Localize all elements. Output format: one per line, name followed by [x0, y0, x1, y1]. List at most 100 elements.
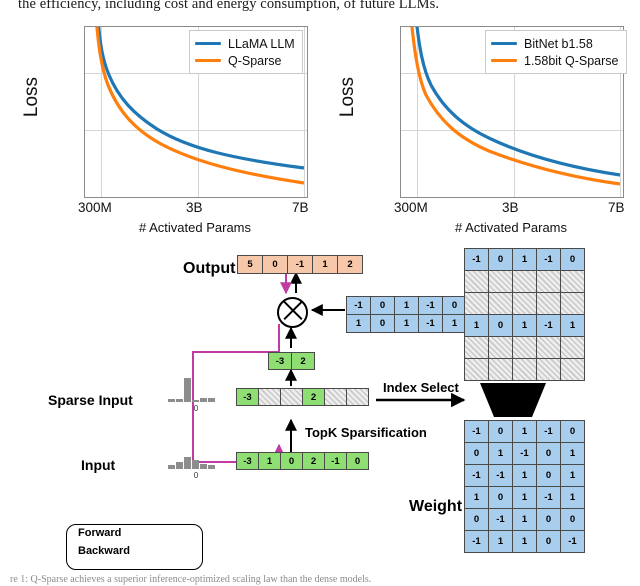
- cell: 5: [238, 256, 262, 273]
- matrix-cell: 1: [561, 465, 584, 486]
- sparse-input-row: -300200: [236, 388, 369, 406]
- matrix-cell: 0: [465, 509, 488, 530]
- matrix-cell: 0: [561, 249, 584, 270]
- matrix-cell: 1: [489, 531, 512, 552]
- matrix-cell: 1: [465, 315, 488, 336]
- legend-item: BitNet b1.58: [491, 35, 619, 52]
- matrix-cell: -1: [537, 421, 560, 442]
- matrix-cell: -1: [537, 315, 560, 336]
- cell: 0: [347, 453, 368, 469]
- cell: -1: [325, 453, 346, 469]
- chart-left-xtick: 300M: [78, 200, 112, 215]
- weight-matrix: -1 0 1 -1 0 0 1 -1 0 1 -1 -1 1 0 1 1 0 1 -1 1 0 -1 1 0 0 -1 1 1 0 -1: [464, 420, 585, 553]
- chart-left-xtick: 3B: [186, 200, 203, 215]
- matrix-cell: 0: [489, 249, 512, 270]
- topk-sparsification-label: TopK Sparsification: [305, 425, 427, 440]
- legend-label: Q-Sparse: [228, 53, 282, 68]
- legend-item: LLaMA LLM: [195, 35, 295, 52]
- matrix-cell: 1: [395, 297, 418, 314]
- chart-right-xtick: 7B: [608, 200, 625, 215]
- sparse-input-zero-tick: 0: [193, 404, 199, 413]
- matrix-cell: 1: [513, 509, 536, 530]
- matrix-cell: -1: [465, 421, 488, 442]
- matrix-cell: -1: [561, 531, 584, 552]
- input-histogram: 0: [168, 445, 224, 480]
- cell: -3: [237, 453, 258, 469]
- chart-left-xlabel: # Activated Params: [139, 220, 251, 235]
- matrix-cell: [489, 271, 512, 292]
- matrix-cell: 1: [561, 443, 584, 464]
- matrix-cell: [537, 293, 560, 314]
- matrix-cell: 0: [537, 531, 560, 552]
- weight-label: Weight: [409, 498, 463, 515]
- legend-swatch-icon: [491, 59, 517, 62]
- matrix-cell: -1: [419, 315, 442, 332]
- matrix-cell: 1: [561, 487, 584, 508]
- legend-swatch-icon: [195, 42, 221, 45]
- matrix-cell: [537, 337, 560, 358]
- chart-right-legend: BitNet b1.58 1.58bit Q-Sparse: [485, 30, 627, 74]
- matrix-cell: [561, 359, 584, 380]
- matrix-cell: 1: [465, 487, 488, 508]
- matrix-cell: 1: [347, 315, 370, 332]
- chart-left-ylabel: Loss: [21, 76, 42, 118]
- chart-bitnet-qsparse: Loss BitNet b1.58 1.58bit Q-Sparse 300M …: [330, 24, 627, 239]
- input-zero-tick: 0: [193, 471, 199, 480]
- matrix-cell: 0: [489, 315, 512, 336]
- matrix-cell: -1: [537, 487, 560, 508]
- qsparse-architecture-diagram: Output 5 0 -1 1 2 -1 0 1 -1 0 1 0 1 -1 1 -1 0 1 -1 0 1 0 1 -1…: [0, 240, 640, 585]
- matrix-cell: [513, 337, 536, 358]
- matrix-cell: [513, 293, 536, 314]
- matrix-cell: -1: [465, 249, 488, 270]
- elementwise-multiply-icon: [277, 297, 308, 328]
- matrix-cell: 0: [537, 443, 560, 464]
- matrix-cell: [465, 271, 488, 292]
- cell: -3: [269, 353, 291, 369]
- matrix-cell: 0: [561, 509, 584, 530]
- sparse-input-histogram: 0: [168, 378, 224, 413]
- page-top-paragraph: the efficiency, including cost and energ…: [18, 0, 440, 12]
- chart-left-legend: LLaMA LLM Q-Sparse: [189, 30, 303, 74]
- legend-item: Q-Sparse: [195, 52, 295, 69]
- matrix-cell: -1: [465, 531, 488, 552]
- matrix-cell: [465, 359, 488, 380]
- cell: 0: [347, 389, 368, 405]
- matrix-cell: 0: [537, 509, 560, 530]
- chart-llama-qsparse: Loss LLaMA LLM Q-Sparse 300M 3B 7B # Act…: [14, 24, 310, 239]
- matrix-cell: 1: [489, 443, 512, 464]
- cell: 0: [263, 256, 287, 273]
- matrix-cell: 0: [465, 443, 488, 464]
- legend-item: 1.58bit Q-Sparse: [491, 52, 619, 69]
- matrix-cell: [489, 337, 512, 358]
- index-select-label: Index Select: [383, 380, 459, 395]
- matrix-cell: [465, 293, 488, 314]
- topk-values-row: -3 2: [268, 352, 315, 370]
- input-row: -3 1 0 2 -1 0: [236, 452, 369, 470]
- matrix-cell: [561, 337, 584, 358]
- matrix-cell: -1: [489, 465, 512, 486]
- matrix-cell: 0: [561, 421, 584, 442]
- matrix-cell: [537, 271, 560, 292]
- matrix-cell: 1: [513, 487, 536, 508]
- gathered-weight-matrix: -1 0 1 -1 0 1 0 1 -1 1: [464, 248, 585, 381]
- matrix-cell: 0: [537, 465, 560, 486]
- matrix-cell: -1: [513, 443, 536, 464]
- matrix-cell: -1: [465, 465, 488, 486]
- matrix-cell: 1: [513, 531, 536, 552]
- cell: -1: [288, 256, 312, 273]
- matrix-cell: 1: [443, 315, 466, 332]
- matrix-cell: 0: [489, 487, 512, 508]
- sparse-input-label: Sparse Input: [48, 392, 133, 408]
- output-label: Output: [183, 260, 236, 277]
- matrix-cell: 0: [443, 297, 466, 314]
- legend-backward-label: Backward: [78, 545, 130, 557]
- matrix-cell: 0: [371, 315, 394, 332]
- chart-right-xtick: 300M: [394, 200, 428, 215]
- output-row: 5 0 -1 1 2: [237, 255, 363, 274]
- matrix-cell: 1: [561, 315, 584, 336]
- matrix-cell: -1: [347, 297, 370, 314]
- matrix-cell: [465, 337, 488, 358]
- matrix-cell: 1: [513, 421, 536, 442]
- input-label: Input: [81, 457, 116, 473]
- matrix-cell: [537, 359, 560, 380]
